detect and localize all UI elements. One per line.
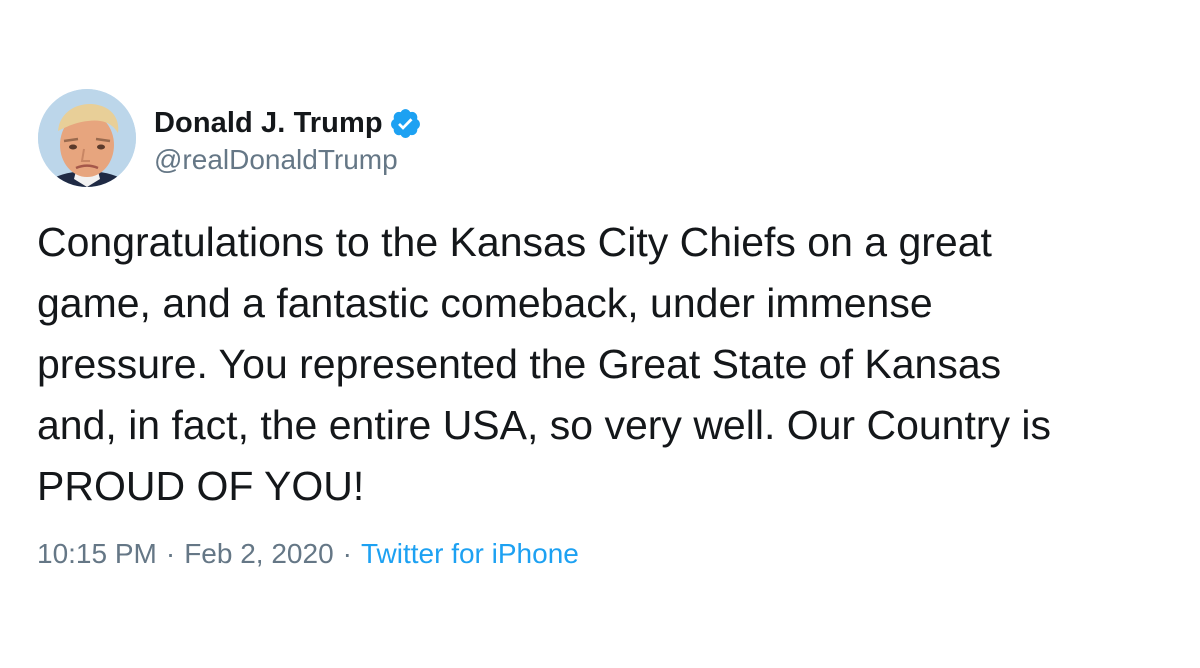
- tweet-text: Congratulations to the Kansas City Chief…: [37, 219, 1052, 509]
- display-name[interactable]: Donald J. Trump: [154, 107, 383, 140]
- tweet-card: Donald J. Trump @realDonaldTrump Congrat…: [0, 0, 1200, 668]
- author-handle[interactable]: @realDonaldTrump: [154, 144, 398, 176]
- tweet-source-link[interactable]: Twitter for iPhone: [361, 538, 579, 569]
- tweet-meta: 10:15 PM · Feb 2, 2020 · Twitter for iPhone: [37, 538, 579, 570]
- tweet-date[interactable]: Feb 2, 2020: [184, 538, 333, 569]
- tweet-time[interactable]: 10:15 PM: [37, 538, 157, 569]
- avatar-image: [38, 89, 136, 187]
- meta-separator: ·: [342, 538, 352, 569]
- verified-badge-icon: [389, 107, 422, 140]
- author-name-row: Donald J. Trump: [154, 103, 422, 143]
- meta-separator: ·: [165, 538, 176, 569]
- avatar[interactable]: [38, 89, 136, 187]
